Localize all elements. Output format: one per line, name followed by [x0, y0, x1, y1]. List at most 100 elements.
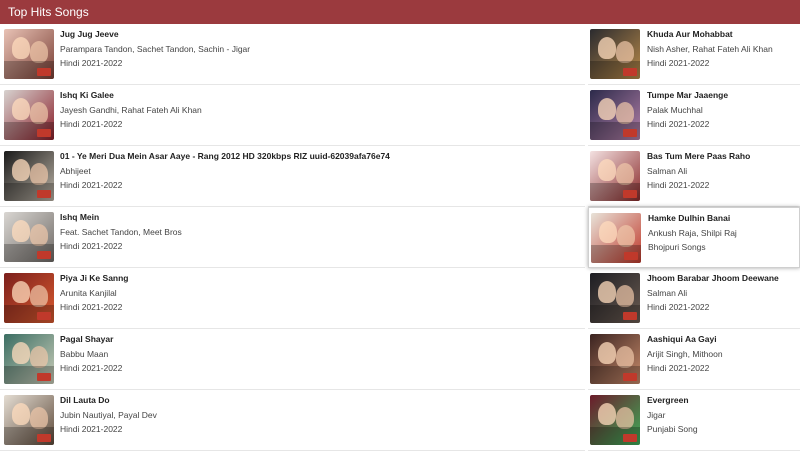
song-item[interactable]: Pagal Shayar Babbu Maan Hindi 2021-2022 [0, 329, 585, 390]
song-thumbnail[interactable] [590, 273, 640, 323]
thumbnail-figure [616, 163, 634, 185]
video-badge-icon [37, 312, 51, 320]
song-title[interactable]: Piya Ji Ke Sanng [60, 273, 581, 284]
song-artist: Feat. Sachet Tandon, Meet Bros [60, 227, 182, 237]
song-title[interactable]: Khuda Aur Mohabbat [647, 29, 796, 40]
song-title[interactable]: Jug Jug Jeeve [60, 29, 581, 40]
song-artist: Jayesh Gandhi, Rahat Fateh Ali Khan [60, 105, 202, 115]
song-thumbnail[interactable] [590, 395, 640, 445]
song-artist: Arunita Kanjilal [60, 288, 117, 298]
thumbnail-figure [30, 102, 48, 124]
song-category: Hindi 2021-2022 [60, 424, 123, 434]
song-artist: Nish Asher, Rahat Fateh Ali Khan [647, 44, 773, 54]
song-thumbnail[interactable] [4, 273, 54, 323]
thumbnail-figure [616, 41, 634, 63]
song-item[interactable]: Khuda Aur Mohabbat Nish Asher, Rahat Fate… [588, 24, 800, 85]
song-thumbnail[interactable] [4, 151, 54, 201]
song-info: Ishq Ki Galee Jayesh Gandhi, Rahat Fateh … [60, 90, 581, 130]
video-badge-icon [623, 68, 637, 76]
song-category: Hindi 2021-2022 [647, 58, 710, 68]
song-info: Jug Jug Jeeve Parampara Tandon, Sachet Ta… [60, 29, 581, 69]
video-badge-icon [623, 190, 637, 198]
thumbnail-figure [598, 37, 616, 59]
video-badge-icon [37, 190, 51, 198]
video-badge-icon [37, 251, 51, 259]
song-title[interactable]: Evergreen [647, 395, 796, 406]
song-category: Bhojpuri Songs [648, 242, 706, 252]
video-badge-icon [37, 434, 51, 442]
song-item[interactable]: Hamke Dulhin Banai Ankush Raja, Shilpi Ra… [588, 207, 800, 268]
thumbnail-figure [616, 346, 634, 368]
thumbnail-figure [598, 98, 616, 120]
video-badge-icon [37, 373, 51, 381]
thumbnail-figure [30, 41, 48, 63]
song-artist: Jubin Nautiyal, Payal Dev [60, 410, 157, 420]
song-item[interactable]: Jhoom Barabar Jhoom Deewane Salman Ali Hin… [588, 268, 800, 329]
song-title[interactable]: Ishq Ki Galee [60, 90, 581, 101]
thumbnail-figure [12, 342, 30, 364]
song-grid: Jug Jug Jeeve Parampara Tandon, Sachet Ta… [0, 24, 800, 451]
song-artist: Arijit Singh, Mithoon [647, 349, 723, 359]
song-thumbnail[interactable] [590, 151, 640, 201]
song-item[interactable]: Evergreen Jigar Punjabi Song [588, 390, 800, 451]
song-item[interactable]: Ishq Mein Feat. Sachet Tandon, Meet Bros H… [0, 207, 585, 268]
song-artist: Salman Ali [647, 166, 688, 176]
song-info: Jhoom Barabar Jhoom Deewane Salman Ali Hin… [647, 273, 796, 313]
song-list-right: Khuda Aur Mohabbat Nish Asher, Rahat Fate… [588, 24, 800, 451]
song-title[interactable]: Aashiqui Aa Gayi [647, 334, 796, 345]
thumbnail-figure [598, 342, 616, 364]
song-artist: Jigar [647, 410, 666, 420]
thumbnail-figure [12, 98, 30, 120]
song-item[interactable]: Ishq Ki Galee Jayesh Gandhi, Rahat Fateh … [0, 85, 585, 146]
song-category: Hindi 2021-2022 [647, 119, 710, 129]
song-thumbnail[interactable] [4, 29, 54, 79]
thumbnail-figure [12, 37, 30, 59]
song-title[interactable]: Ishq Mein [60, 212, 581, 223]
song-thumbnail[interactable] [4, 334, 54, 384]
song-category: Hindi 2021-2022 [647, 363, 710, 373]
song-artist: Palak Muchhal [647, 105, 703, 115]
thumbnail-figure [30, 224, 48, 246]
song-thumbnail[interactable] [590, 90, 640, 140]
song-item[interactable]: Dil Lauta Do Jubin Nautiyal, Payal Dev Hin… [0, 390, 585, 451]
thumbnail-figure [598, 403, 616, 425]
song-info: Hamke Dulhin Banai Ankush Raja, Shilpi Ra… [648, 213, 795, 253]
song-title[interactable]: Bas Tum Mere Paas Raho [647, 151, 796, 162]
song-info: Tumpe Mar Jaaenge Palak Muchhal Hindi 2021… [647, 90, 796, 130]
song-thumbnail[interactable] [590, 29, 640, 79]
song-title[interactable]: Pagal Shayar [60, 334, 581, 345]
song-title[interactable]: Jhoom Barabar Jhoom Deewane [647, 273, 796, 284]
song-artist: Abhijeet [60, 166, 91, 176]
song-title[interactable]: 01 - Ye Meri Dua Mein Asar Aaye - Rang 2… [60, 151, 581, 162]
song-item[interactable]: Bas Tum Mere Paas Raho Salman Ali Hindi 20… [588, 146, 800, 207]
section-title: Top Hits Songs [8, 5, 89, 19]
thumbnail-figure [30, 407, 48, 429]
song-list-left: Jug Jug Jeeve Parampara Tandon, Sachet Ta… [0, 24, 585, 451]
song-thumbnail[interactable] [4, 90, 54, 140]
song-thumbnail[interactable] [590, 334, 640, 384]
song-item[interactable]: 01 - Ye Meri Dua Mein Asar Aaye - Rang 2… [0, 146, 585, 207]
song-category: Punjabi Song [647, 424, 698, 434]
song-item[interactable]: Tumpe Mar Jaaenge Palak Muchhal Hindi 2021… [588, 85, 800, 146]
song-artist: Salman Ali [647, 288, 688, 298]
thumbnail-figure [616, 102, 634, 124]
thumbnail-figure [12, 159, 30, 181]
song-info: Khuda Aur Mohabbat Nish Asher, Rahat Fate… [647, 29, 796, 69]
song-thumbnail[interactable] [591, 213, 641, 263]
song-title[interactable]: Hamke Dulhin Banai [648, 213, 795, 224]
song-info: Aashiqui Aa Gayi Arijit Singh, Mithoon Hin… [647, 334, 796, 374]
song-category: Hindi 2021-2022 [60, 241, 123, 251]
song-artist: Ankush Raja, Shilpi Raj [648, 228, 737, 238]
song-thumbnail[interactable] [4, 395, 54, 445]
song-artist: Babbu Maan [60, 349, 109, 359]
song-info: Pagal Shayar Babbu Maan Hindi 2021-2022 [60, 334, 581, 374]
thumbnail-figure [12, 220, 30, 242]
song-thumbnail[interactable] [4, 212, 54, 262]
song-title[interactable]: Dil Lauta Do [60, 395, 581, 406]
song-category: Hindi 2021-2022 [647, 180, 710, 190]
song-item[interactable]: Aashiqui Aa Gayi Arijit Singh, Mithoon Hin… [588, 329, 800, 390]
video-badge-icon [623, 129, 637, 137]
song-item[interactable]: Jug Jug Jeeve Parampara Tandon, Sachet Ta… [0, 24, 585, 85]
song-item[interactable]: Piya Ji Ke Sanng Arunita Kanjilal Hindi 20… [0, 268, 585, 329]
song-title[interactable]: Tumpe Mar Jaaenge [647, 90, 796, 101]
